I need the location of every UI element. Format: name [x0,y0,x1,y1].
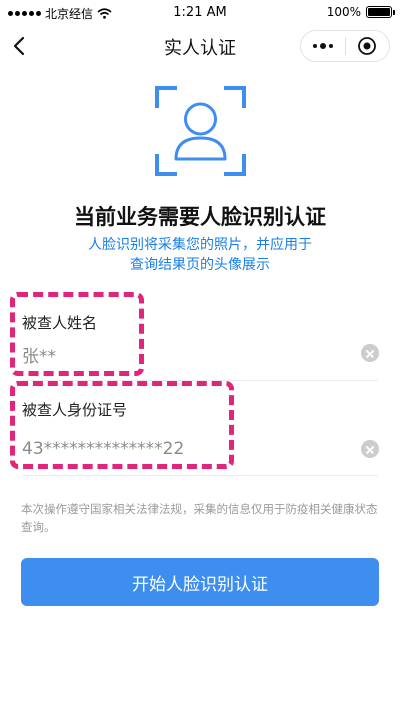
annotation-box-id [10,381,234,469]
more-button[interactable] [301,31,345,61]
subtext: 人脸识别将采集您的照片，并应用于 查询结果页的头像展示 [0,235,400,275]
clear-id-button[interactable] [361,440,379,458]
subtext-line-1: 人脸识别将采集您的照片，并应用于 [88,237,312,253]
status-right: 100% [326,5,395,19]
headline: 当前业务需要人脸识别认证 [74,205,326,229]
battery-icon [366,6,395,18]
legal-notice: 本次操作遵守国家相关法律法规，采集的信息仅用于防疫相关健康状态查询。 [21,502,378,534]
start-face-recognition-button[interactable]: 开始人脸识别认证 [21,558,379,606]
annotation-box-name [10,292,144,376]
face-scan-icon [155,86,246,176]
screen: 北京经信 1:21 AM 100% 实人认证 当前业务需要人脸识别认证 人脸识别… [0,0,400,712]
more-dots-icon [312,43,333,49]
close-mini-program-button[interactable] [345,31,389,61]
subtext-line-2: 查询结果页的头像展示 [130,257,270,273]
status-bar: 北京经信 1:21 AM 100% [0,0,400,26]
clear-name-button[interactable] [361,344,379,362]
id-divider [22,475,378,476]
nav-bar: 实人认证 [0,26,400,66]
battery-percent: 100% [326,5,361,19]
target-circle-icon [358,37,377,55]
mini-program-capsule [300,30,390,62]
